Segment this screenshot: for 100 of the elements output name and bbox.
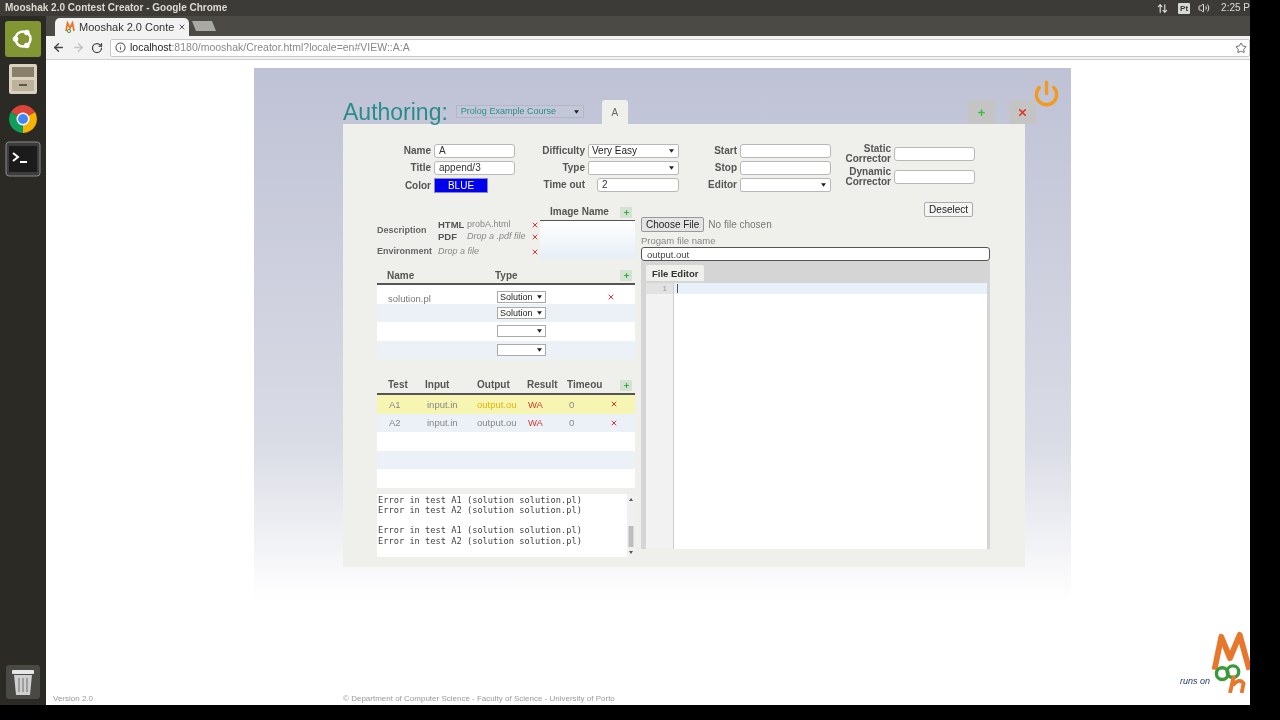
copyright-text: © Department of Computer Science - Faculty of Science - University of Porto: [343, 694, 615, 704]
keyboard-indicator[interactable]: Pt: [1178, 2, 1191, 14]
caret-icon: [537, 347, 542, 352]
text-field[interactable]: [740, 161, 831, 175]
star-icon[interactable]: [1235, 41, 1247, 54]
logo-icon[interactable]: [1210, 631, 1250, 693]
column-header: Output: [477, 379, 511, 391]
field-label: Progam file name: [641, 236, 717, 246]
problem-tab[interactable]: A: [601, 100, 628, 124]
plus-icon: [977, 107, 986, 117]
field-label: Editor: [707, 180, 737, 190]
address-field[interactable]: localhost:8180/mooshak/Creator.html?locale=en#VIEW::A:A: [110, 38, 1250, 57]
column-header: Name: [386, 269, 416, 282]
page-heading: Authoring:: [343, 100, 448, 124]
text-cursor: [677, 284, 678, 293]
column-header: Timeou: [567, 379, 604, 391]
line-number: 1: [646, 283, 673, 294]
select-field[interactable]: Solution: [497, 291, 546, 303]
field-label: Title: [409, 163, 431, 173]
plus-icon: [622, 272, 630, 279]
field-label: Time out: [542, 180, 585, 190]
format-label: HTML: [438, 219, 466, 230]
x-mark-icon[interactable]: [610, 400, 618, 409]
new-tab-button[interactable]: [192, 21, 216, 31]
field-label: Type: [561, 163, 585, 173]
text-field[interactable]: [894, 170, 975, 184]
text-field[interactable]: [894, 147, 975, 161]
resource-label: Environment: [377, 246, 433, 257]
text-field[interactable]: A: [434, 144, 515, 158]
reload-icon[interactable]: [91, 41, 103, 54]
browser-tab[interactable]: Mooshak 2.0 Conte: [55, 18, 189, 36]
table-cell-text: A1: [388, 398, 402, 410]
plus-icon: [622, 381, 630, 389]
caret-icon: [669, 149, 674, 153]
field-label: Difficulty: [541, 146, 585, 156]
choose-file-button[interactable]: Choose File: [641, 217, 705, 232]
text-field[interactable]: output.out: [641, 247, 990, 261]
select-field[interactable]: [740, 178, 831, 192]
console-log: Error in test A1 (solution solution.pl) Error in test A2 (solution solution.pl) Error in test A1 (solution solution.pl) Error in test A2 (solution solution.pl): [377, 493, 583, 548]
field-label: Name: [402, 146, 431, 156]
select-field[interactable]: [497, 325, 546, 338]
caret-icon: [537, 329, 542, 334]
field-label: Start: [713, 146, 737, 156]
select-field[interactable]: [588, 161, 679, 175]
delete-button[interactable]: [1009, 100, 1036, 124]
scrollbar[interactable]: [627, 493, 635, 557]
table-cell-text: 0: [568, 398, 576, 410]
add-button[interactable]: [620, 270, 632, 281]
x-mark-icon[interactable]: [531, 232, 539, 241]
x-mark-icon[interactable]: [607, 293, 615, 301]
x-mark-icon[interactable]: [610, 418, 618, 427]
column-header: Test: [387, 379, 409, 391]
select-field[interactable]: [497, 343, 546, 356]
table-cell: solution.pl: [388, 293, 431, 304]
add-button[interactable]: [620, 379, 632, 391]
add-button[interactable]: [620, 206, 632, 218]
close-icon[interactable]: [178, 23, 187, 31]
select-field[interactable]: Solution: [497, 306, 546, 319]
caret-icon: [669, 166, 674, 170]
volume-icon[interactable]: [1198, 2, 1211, 14]
network-icon[interactable]: [1157, 2, 1169, 14]
version-text: Version 2.0: [53, 694, 94, 704]
text-field[interactable]: append/3: [434, 161, 515, 175]
x-mark-icon[interactable]: [531, 247, 539, 256]
text-field[interactable]: 2: [597, 178, 679, 192]
editor-tab[interactable]: File Editor: [646, 265, 705, 281]
plus-icon: [622, 208, 630, 216]
column-header: Image Name: [550, 206, 609, 218]
clock[interactable]: 2:25 P: [1221, 2, 1250, 14]
file-status: No file chosen: [708, 218, 772, 231]
field-label: Stop: [713, 163, 737, 173]
info-icon[interactable]: [115, 42, 126, 53]
column-header: Result: [527, 379, 559, 391]
logo-icon: [65, 21, 75, 33]
column-header: Input: [425, 379, 451, 391]
select-field[interactable]: Very Easy: [588, 144, 679, 158]
caret-icon: [537, 310, 542, 315]
trash-icon[interactable]: [5, 664, 41, 700]
field-label: Color: [403, 180, 431, 191]
table-cell-text: input.in: [426, 398, 459, 410]
terminal-icon[interactable]: [5, 141, 41, 177]
window-title: Mooshak 2.0 Contest Creator - Google Chrome: [5, 2, 228, 14]
caret-icon: [537, 295, 542, 299]
text-field[interactable]: [740, 144, 831, 158]
badge-text: runs on: [1179, 676, 1210, 686]
deselect-button[interactable]: Deselect: [924, 202, 973, 217]
back-icon[interactable]: [52, 41, 65, 54]
table-cell-text: WA: [527, 417, 544, 429]
table-cell-text: A2: [388, 417, 402, 429]
caret-icon: [573, 109, 579, 114]
column-header: Type: [495, 269, 519, 282]
table-cell-text: input.in: [426, 417, 459, 429]
x-mark-icon: [1017, 106, 1028, 118]
field-label: Static Corrector: [844, 144, 891, 164]
table-cell-text: output.ou: [477, 398, 518, 410]
table-cell-text: 0: [568, 417, 576, 429]
table-row[interactable]: A1 input.in output.ou WA 0: [377, 395, 635, 414]
color-button[interactable]: BLUE: [434, 178, 488, 193]
resource-label: Description: [377, 225, 428, 236]
x-mark-icon[interactable]: [531, 220, 539, 229]
